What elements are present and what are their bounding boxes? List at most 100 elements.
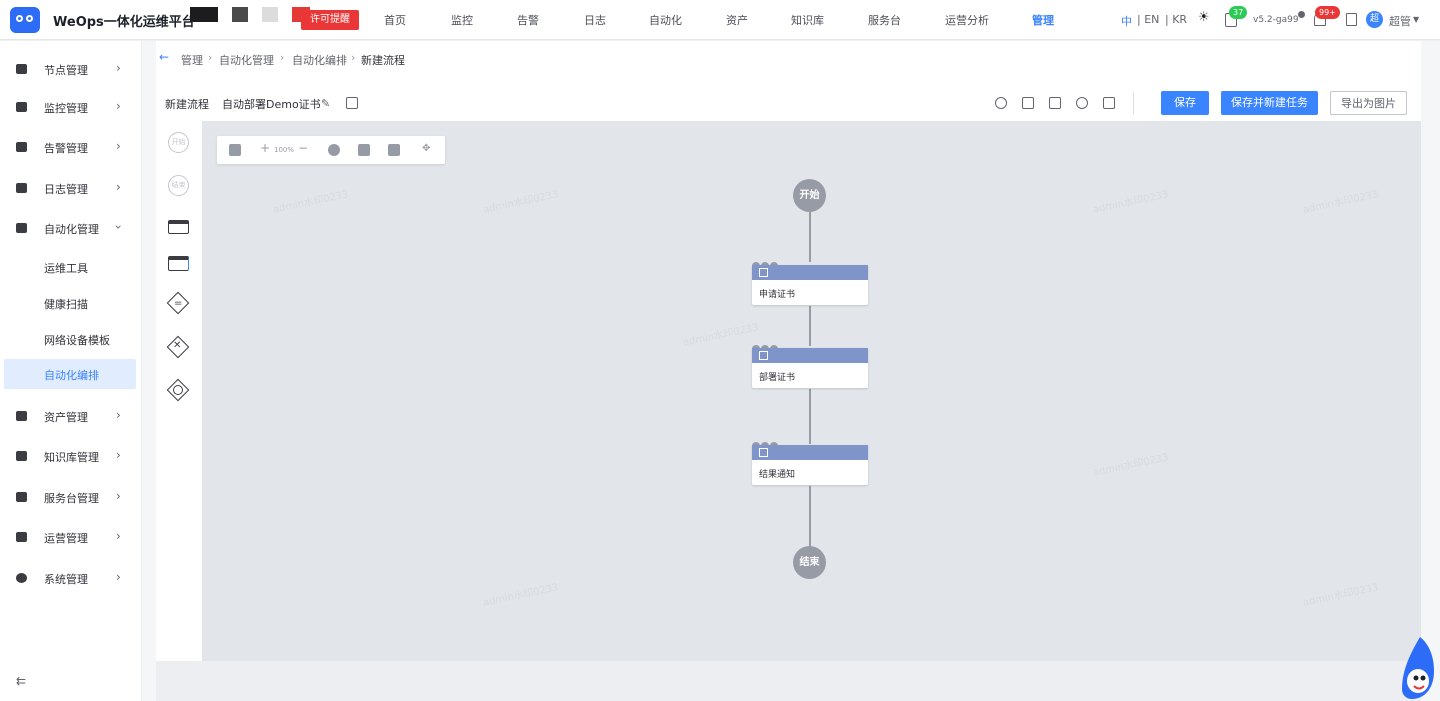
sidebar-item-monitor[interactable]: 监控管理 › xyxy=(0,93,142,121)
task-status-dots xyxy=(752,338,779,353)
variable-icon[interactable] xyxy=(1049,97,1061,109)
lang-zh[interactable]: 中 xyxy=(1121,13,1132,29)
close-x-icon: ✕ xyxy=(173,340,182,351)
zoom-level: 100% xyxy=(274,146,295,154)
chevron-right-icon: › xyxy=(116,489,121,503)
sidebar-sub-network-template[interactable]: 网络设备模板 xyxy=(4,324,136,354)
task-node-deploy-cert[interactable]: 部署证书 xyxy=(752,348,868,388)
watermark: admin水印0233 xyxy=(1302,582,1380,609)
reset-view-icon[interactable] xyxy=(328,144,340,156)
chevron-right-icon: › xyxy=(116,139,121,153)
assistant-mascot-icon[interactable] xyxy=(1398,633,1440,701)
user-name[interactable]: 超管 xyxy=(1389,13,1411,29)
task-header xyxy=(752,348,868,363)
user-avatar[interactable]: 超 xyxy=(1366,11,1383,28)
license-reminder-button[interactable]: 许可提醒 xyxy=(301,10,359,30)
alarm-icon xyxy=(16,142,27,152)
task-node-notify-result[interactable]: 结果通知 xyxy=(752,445,868,485)
nav-monitor[interactable]: 监控 xyxy=(451,12,473,28)
edit-pencil-icon[interactable]: ✎ xyxy=(321,97,330,110)
start-node[interactable]: 开始 xyxy=(793,179,826,212)
export-image-button[interactable]: 导出为图片 xyxy=(1330,91,1407,115)
help-icon[interactable] xyxy=(1298,11,1305,18)
sidebar-item-node[interactable]: 节点管理 › xyxy=(0,55,142,83)
palette-task-node-icon[interactable] xyxy=(168,220,189,234)
breadcrumb-separator: › xyxy=(280,51,285,64)
end-node[interactable]: 结束 xyxy=(793,546,826,579)
sidebar-sub-automation-orchestration[interactable]: 自动化编排 xyxy=(4,359,136,389)
watermark: admin水印0233 xyxy=(682,322,760,349)
layout-icon[interactable] xyxy=(229,144,241,156)
flow-connector xyxy=(809,486,811,548)
chevron-down-icon[interactable]: ▼ xyxy=(1413,15,1419,24)
nav-log[interactable]: 日志 xyxy=(584,12,606,28)
zoom-in-icon[interactable]: + xyxy=(260,141,272,155)
document-icon[interactable] xyxy=(1103,97,1115,109)
watermark: admin水印0233 xyxy=(1092,452,1170,479)
chevron-right-icon: › xyxy=(116,180,121,194)
palette-subprocess-node-icon[interactable] xyxy=(168,256,189,271)
nav-asset[interactable]: 资产 xyxy=(726,12,748,28)
sidebar-sub-ops-tools[interactable]: 运维工具 xyxy=(4,252,136,282)
sidebar-item-label: 系统管理 xyxy=(44,573,88,586)
sidebar-item-log[interactable]: 日志管理 › xyxy=(0,174,142,202)
format-icon[interactable] xyxy=(388,144,400,156)
sidebar-item-automation[interactable]: 自动化管理 › xyxy=(0,214,142,242)
nav-operation-analysis[interactable]: 运营分析 xyxy=(945,12,989,28)
monitor-icon xyxy=(16,102,27,112)
sidebar: 节点管理 › 监控管理 › 告警管理 › 日志管理 › 自动化管理 › 运维工具 健康扫描… xyxy=(0,41,142,701)
sidebar-item-alarm[interactable]: 告警管理 › xyxy=(0,133,142,161)
nav-knowledge[interactable]: 知识库 xyxy=(791,12,824,28)
sidebar-item-label: 资产管理 xyxy=(44,411,88,424)
nav-service-desk[interactable]: 服务台 xyxy=(868,12,901,28)
flow-connector xyxy=(809,306,811,346)
sidebar-item-asset[interactable]: 资产管理 › xyxy=(0,402,142,430)
back-arrow-icon[interactable]: ← xyxy=(159,50,169,64)
breadcrumb-automation-management[interactable]: 自动化管理 xyxy=(219,52,274,68)
watermark: admin水印0233 xyxy=(1092,189,1170,216)
plugin-icon xyxy=(759,448,768,457)
palette-start-node[interactable]: 开始 xyxy=(168,132,189,153)
branch-icon[interactable] xyxy=(995,97,1007,109)
console-icon[interactable] xyxy=(1022,97,1034,109)
task-list-icon[interactable] xyxy=(1346,13,1357,26)
nav-automation[interactable]: 自动化 xyxy=(649,12,682,28)
save-and-new-task-button[interactable]: 保存并新建任务 xyxy=(1221,91,1318,115)
nav-home[interactable]: 首页 xyxy=(384,12,406,28)
history-icon[interactable] xyxy=(1076,97,1088,109)
breadcrumb-management[interactable]: 管理 xyxy=(181,52,203,68)
copy-file-icon[interactable] xyxy=(346,97,358,109)
chevron-right-icon: › xyxy=(116,99,121,113)
theme-sun-icon[interactable]: ☀ xyxy=(1198,10,1210,25)
lang-en[interactable]: | EN xyxy=(1137,13,1159,26)
nav-alarm[interactable]: 告警 xyxy=(517,12,539,28)
fullscreen-icon[interactable]: ✥ xyxy=(422,143,434,155)
sidebar-sub-health-scan[interactable]: 健康扫描 xyxy=(4,288,136,318)
lang-kr[interactable]: | KR xyxy=(1165,13,1187,26)
task-header xyxy=(752,265,868,280)
weops-logo-icon[interactable] xyxy=(10,7,40,33)
flow-connector xyxy=(809,389,811,444)
main-content: ← 管理 › 自动化管理 › 自动化编排 › 新建流程 新建流程 自动部署Dem… xyxy=(156,41,1421,661)
image-icon[interactable] xyxy=(358,144,370,156)
task-node-apply-cert[interactable]: 申请证书 xyxy=(752,265,868,305)
palette-end-node[interactable]: 结束 xyxy=(168,175,189,196)
sidebar-item-label: 运营管理 xyxy=(44,532,88,545)
task-header xyxy=(752,445,868,460)
chevron-right-icon: › xyxy=(116,570,121,584)
sidebar-item-knowledge[interactable]: 知识库管理 › xyxy=(0,442,142,470)
plugin-icon xyxy=(759,268,768,277)
sidebar-sub-label: 运维工具 xyxy=(44,262,88,275)
automation-icon xyxy=(16,223,27,233)
sidebar-item-service[interactable]: 服务台管理 › xyxy=(0,483,142,511)
sidebar-item-operation[interactable]: 运营管理 › xyxy=(0,523,142,551)
flow-canvas[interactable]: + 100% − ✥ 开始 申请证书 部署证书 结果通知 结束 admin水印0… xyxy=(202,121,1421,661)
zoom-out-icon[interactable]: − xyxy=(298,141,310,155)
sidebar-item-system[interactable]: 系统管理 › xyxy=(0,564,142,592)
nav-management[interactable]: 管理 xyxy=(1032,12,1054,28)
collapse-sidebar-icon[interactable]: ⇇ xyxy=(16,674,26,688)
flow-template-name: 自动部署Demo证书 xyxy=(222,98,321,111)
save-button[interactable]: 保存 xyxy=(1161,91,1209,115)
chevron-right-icon: › xyxy=(116,448,121,462)
breadcrumb-orchestration[interactable]: 自动化编排 xyxy=(292,52,347,68)
